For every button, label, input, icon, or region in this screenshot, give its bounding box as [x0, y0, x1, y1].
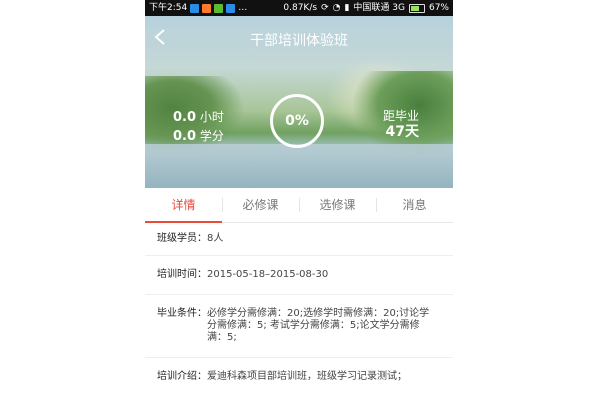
- detail-row-training-period: 培训时间： 2015-05-18–2015-08-30: [145, 256, 453, 295]
- notification-icon: [214, 3, 224, 13]
- notification-icon: [190, 3, 200, 13]
- battery-icon: [408, 3, 425, 13]
- carrier-label: 中国联通 3G: [353, 3, 405, 13]
- tab-elective-courses[interactable]: 选修课: [299, 188, 376, 222]
- more-notifications-icon: …: [238, 3, 248, 13]
- tab-required-courses[interactable]: 必修课: [222, 188, 299, 222]
- progress-ring: 0%: [270, 94, 324, 148]
- detail-value: 爱迪科森项目部培训班，班级学习记录测试；: [207, 371, 407, 382]
- detail-value: 2015-05-18–2015-08-30: [207, 269, 329, 280]
- signal-icon: ▮: [344, 3, 350, 13]
- graduation-days: 47天: [385, 124, 419, 140]
- notification-icon: [202, 3, 212, 13]
- detail-key: 培训介绍：: [157, 371, 207, 382]
- detail-row-students: 班级学员： 8人: [145, 223, 453, 256]
- status-bar: 下午2:54 … 0.87K/s ⟳ ◔ ▮ 中国联通 3G 67%: [145, 0, 453, 16]
- graduation-countdown: 距毕业 47天: [383, 108, 419, 140]
- status-time: 下午2:54: [149, 3, 188, 13]
- notification-icon: [226, 3, 236, 13]
- details-list: 班级学员： 8人 培训时间： 2015-05-18–2015-08-30 毕业条…: [145, 223, 453, 393]
- wifi-icon: ◔: [332, 3, 341, 13]
- progress-label: 0%: [285, 113, 309, 129]
- detail-row-graduation-conditions: 毕业条件： 必修学分需修满：20;选修学时需修满：20;讨论学分需修满：5; 考…: [145, 295, 453, 358]
- app-screen: 下午2:54 … 0.87K/s ⟳ ◔ ▮ 中国联通 3G 67% 干部培训体…: [145, 0, 453, 400]
- hours-stat: 0.0 小时: [173, 108, 224, 127]
- detail-value: 8人: [207, 233, 224, 244]
- battery-level: 67%: [428, 3, 449, 13]
- tab-details[interactable]: 详情: [145, 188, 222, 223]
- detail-key: 培训时间：: [157, 269, 207, 280]
- credits-stat: 0.0 学分: [173, 127, 224, 146]
- network-speed: 0.87K/s: [283, 3, 318, 13]
- detail-value: 必修学分需修满：20;选修学时需修满：20;讨论学分需修满：5; 考试学分需修满…: [207, 308, 430, 343]
- page-title: 干部培训体验班: [250, 33, 348, 49]
- hours-value: 0.0: [173, 110, 197, 125]
- detail-row-training-intro: 培训介绍： 爱迪科森项目部培训班，班级学习记录测试；: [145, 358, 453, 393]
- credits-unit: 学分: [199, 129, 224, 143]
- graduation-label: 距毕业: [382, 109, 419, 123]
- hours-unit: 小时: [199, 110, 224, 124]
- hero-banner: 干部培训体验班 0.0 小时 0.0 学分 0% 距毕业 47天: [145, 16, 453, 188]
- tab-bar: 详情 必修课 选修课 消息: [145, 188, 453, 223]
- sync-icon: ⟳: [321, 3, 329, 13]
- detail-key: 班级学员：: [157, 233, 207, 244]
- tab-messages[interactable]: 消息: [376, 188, 453, 222]
- detail-key: 毕业条件：: [157, 308, 207, 319]
- study-stats: 0.0 小时 0.0 学分: [173, 108, 224, 146]
- credits-value: 0.0: [173, 129, 197, 144]
